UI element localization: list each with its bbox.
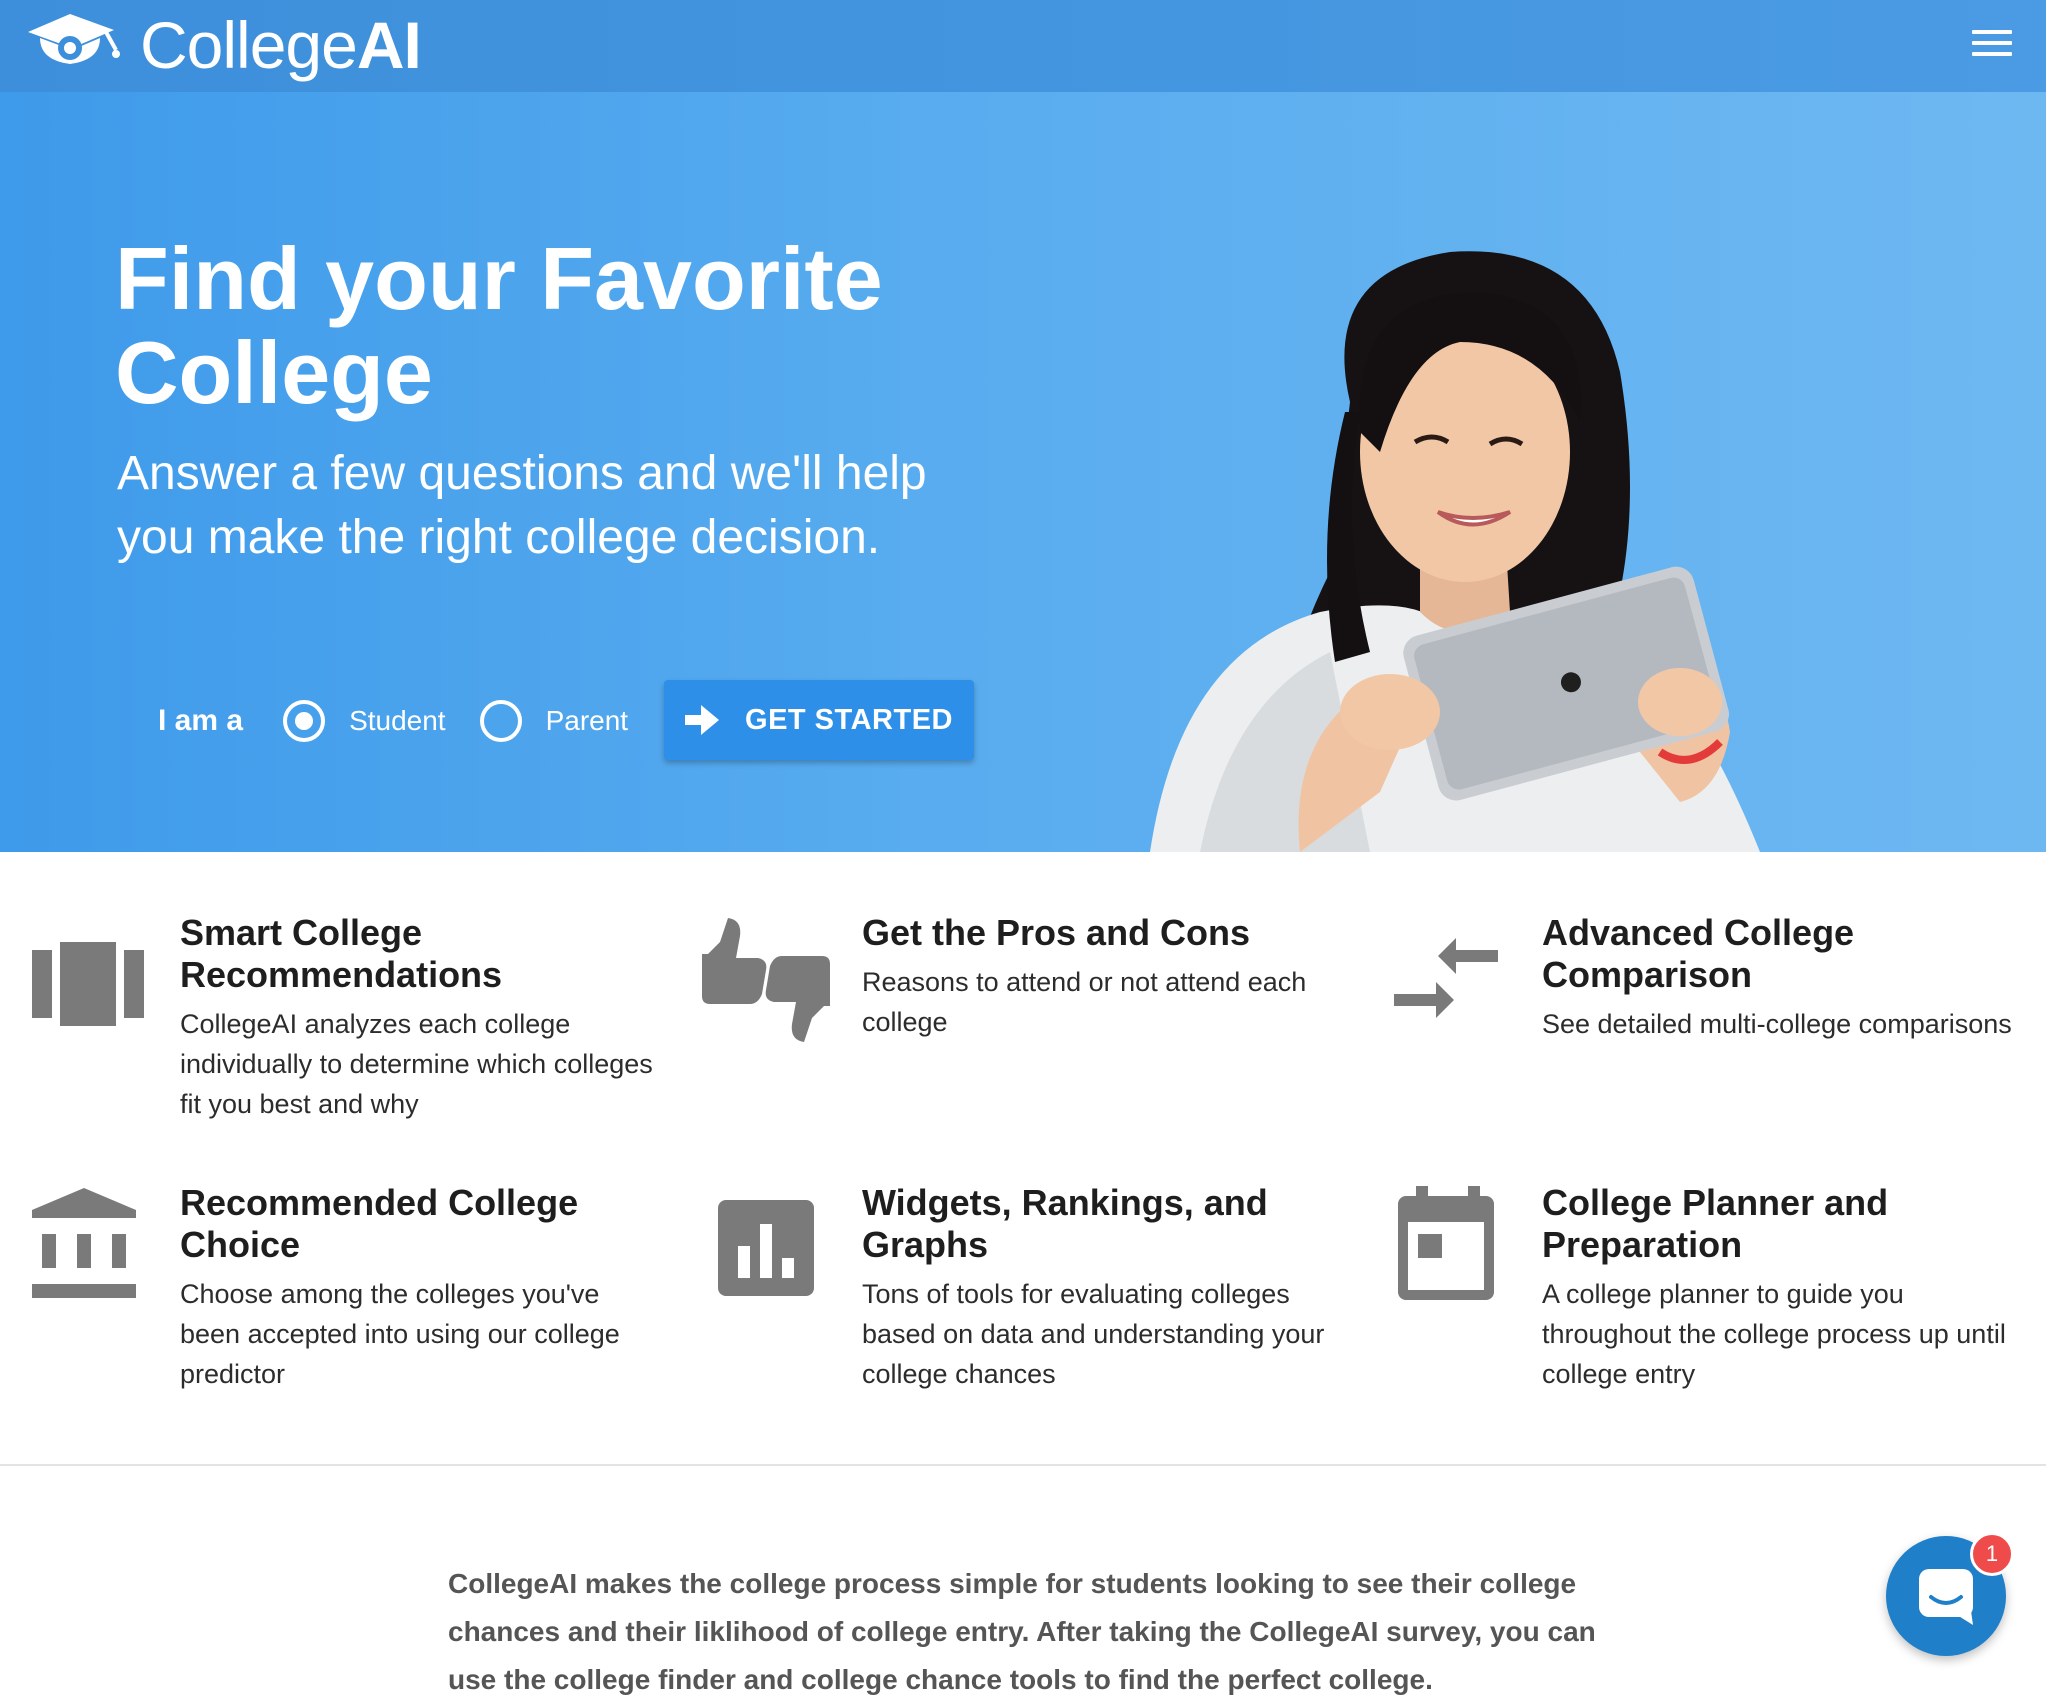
- role-selector: I am a Student Parent: [158, 680, 662, 762]
- hero-title: Find your Favorite College: [115, 229, 883, 422]
- get-started-label: GET STARTED: [745, 703, 953, 736]
- view-column-icon: [32, 942, 144, 1026]
- feature-title: Recommended College Choice: [180, 1182, 579, 1265]
- thumbs-up-down-icon: [702, 918, 830, 1042]
- institution-icon: [32, 1188, 136, 1298]
- feature-title: Advanced College Comparison: [1542, 912, 1855, 995]
- feature-description: See detailed multi-college comparisons: [1542, 1009, 2012, 1039]
- get-started-button[interactable]: GET STARTED: [664, 680, 974, 760]
- feature-title: Get the Pros and Cons: [862, 912, 1251, 953]
- hero-student-photo: [1150, 251, 1760, 852]
- feature-title: College Planner and Preparation: [1542, 1182, 1889, 1265]
- radio-parent[interactable]: Parent: [479, 700, 629, 742]
- about-paragraph: CollegeAI makes the college process simp…: [448, 1568, 1596, 1695]
- feature-title: Widgets, Rankings, and Graphs: [862, 1182, 1268, 1265]
- bar-chart-icon: [718, 1200, 814, 1296]
- logo-text: CollegeAI: [140, 8, 422, 82]
- feature-description: Tons of tools for evaluating colleges ba…: [862, 1279, 1325, 1389]
- hamburger-menu-icon[interactable]: [1972, 30, 2012, 60]
- feature-description: Choose among the colleges you've been ac…: [180, 1279, 620, 1389]
- feature-description: A college planner to guide you throughou…: [1542, 1279, 2006, 1389]
- top-navbar: CollegeAI: [0, 0, 2046, 92]
- feature-description: Reasons to attend or not attend each col…: [862, 967, 1307, 1037]
- radio-parent-circle[interactable]: [479, 700, 522, 742]
- section-divider: [0, 1464, 2046, 1466]
- arrow-right-icon: [685, 705, 720, 735]
- calendar-icon: [1398, 1186, 1494, 1300]
- radio-student-label: Student: [349, 705, 446, 736]
- compare-arrows-icon: [1394, 938, 1498, 1018]
- hero-section: Find your Favorite College Answer a few …: [0, 92, 2046, 852]
- features-section: Smart College Recommendations CollegeAI …: [0, 852, 2046, 1464]
- hero-subtitle: Answer a few questions and we'll help yo…: [117, 447, 927, 564]
- notification-badge: 1: [1970, 1532, 2014, 1576]
- role-label: I am a: [158, 704, 244, 737]
- chat-bubble-icon: [1919, 1569, 1973, 1625]
- logo-link[interactable]: CollegeAI: [20, 8, 422, 82]
- feature-description: CollegeAI analyzes each college individu…: [180, 1009, 653, 1119]
- radio-student[interactable]: Student: [283, 700, 446, 742]
- feature-title: Smart College Recommendations: [180, 912, 503, 995]
- radio-parent-label: Parent: [545, 705, 629, 736]
- radio-student-circle[interactable]: [283, 700, 326, 742]
- graduation-cap-logo-icon: [28, 14, 120, 64]
